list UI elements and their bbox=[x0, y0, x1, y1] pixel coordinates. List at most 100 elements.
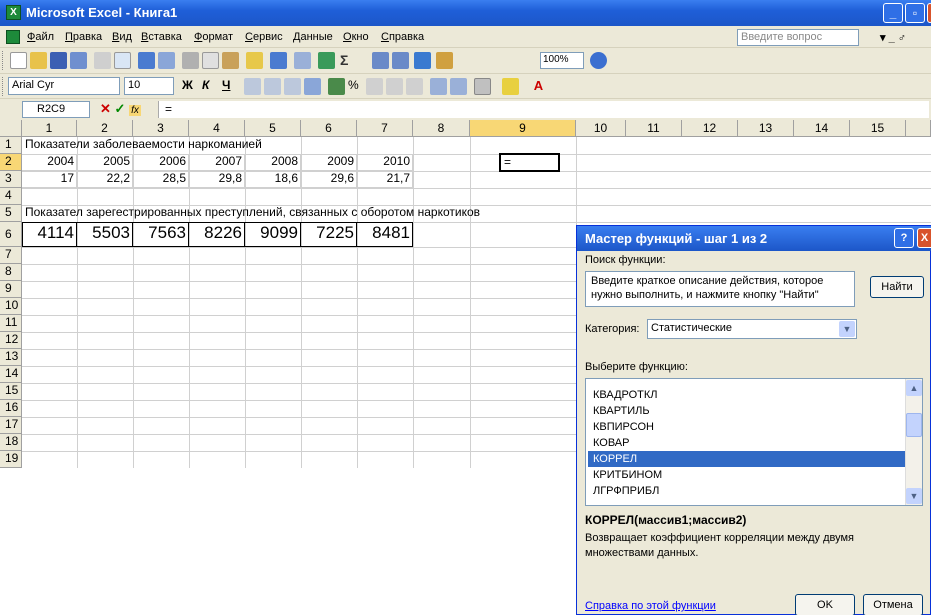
sort-desc-icon[interactable] bbox=[392, 52, 409, 69]
insert-function-icon[interactable]: fx bbox=[129, 105, 141, 116]
name-box[interactable]: R2C9 bbox=[22, 101, 90, 118]
font-size-select[interactable]: 10 bbox=[124, 77, 174, 95]
cell-rate[interactable]: 29,6 bbox=[301, 171, 357, 188]
autosum-icon[interactable]: Σ bbox=[340, 52, 357, 69]
row-header[interactable]: 16 bbox=[0, 400, 22, 417]
cell-crimes[interactable]: 7563 bbox=[132, 222, 189, 247]
cell-r1c1[interactable]: Показатели заболеваемости наркоманией bbox=[22, 137, 262, 154]
list-item[interactable]: КВПИРСОН bbox=[588, 419, 906, 435]
scroll-up-icon[interactable]: ▲ bbox=[906, 380, 922, 396]
drawing-icon[interactable] bbox=[436, 52, 453, 69]
column-header[interactable]: 3 bbox=[133, 120, 189, 137]
active-cell-r2c9[interactable]: = bbox=[499, 153, 560, 172]
cell-crimes[interactable]: 9099 bbox=[244, 222, 301, 247]
cell-rate[interactable]: 18,6 bbox=[245, 171, 301, 188]
cut-icon[interactable] bbox=[182, 52, 199, 69]
cell-crimes[interactable]: 7225 bbox=[300, 222, 357, 247]
row-header[interactable]: 17 bbox=[0, 417, 22, 434]
cell-crimes[interactable]: 5503 bbox=[76, 222, 133, 247]
cell-year[interactable]: 2009 bbox=[301, 154, 357, 171]
align-left-icon[interactable] bbox=[244, 78, 261, 95]
cell-rate[interactable]: 17 bbox=[22, 171, 77, 188]
dialog-close-button[interactable]: X bbox=[917, 228, 931, 248]
document-icon[interactable] bbox=[6, 30, 20, 44]
column-header-partial[interactable] bbox=[906, 120, 931, 137]
cell-crimes[interactable]: 8481 bbox=[356, 222, 413, 247]
question-input[interactable]: Введите вопрос bbox=[737, 29, 859, 46]
menu-file[interactable]: Файл bbox=[27, 31, 54, 43]
save-icon[interactable] bbox=[50, 52, 67, 69]
row-header[interactable]: 19 bbox=[0, 451, 22, 468]
cell-rate[interactable]: 22,2 bbox=[77, 171, 133, 188]
scroll-down-icon[interactable]: ▼ bbox=[906, 488, 922, 504]
spelling-icon[interactable] bbox=[138, 52, 155, 69]
cell-rate[interactable]: 21,7 bbox=[357, 171, 413, 188]
font-name-select[interactable]: Arial Cyr bbox=[8, 77, 120, 95]
row-header[interactable]: 9 bbox=[0, 281, 22, 298]
column-header[interactable]: 11 bbox=[626, 120, 682, 137]
dialog-help-button[interactable]: ? bbox=[894, 228, 914, 248]
column-header[interactable]: 12 bbox=[682, 120, 738, 137]
maximize-button[interactable]: ▫ bbox=[905, 3, 925, 23]
italic-button[interactable]: К bbox=[202, 78, 209, 92]
align-right-icon[interactable] bbox=[284, 78, 301, 95]
list-item[interactable]: КВАРТИЛЬ bbox=[588, 403, 906, 419]
column-header[interactable]: 2 bbox=[77, 120, 133, 137]
cell-crimes[interactable]: 4114 bbox=[22, 222, 77, 247]
zoom-select[interactable]: 100% bbox=[540, 52, 584, 69]
minimize-button[interactable]: _ bbox=[883, 3, 903, 23]
fill-color-icon[interactable] bbox=[502, 78, 519, 95]
cell-crimes[interactable]: 8226 bbox=[188, 222, 245, 247]
percent-icon[interactable]: % bbox=[348, 78, 365, 95]
row-header[interactable]: 13 bbox=[0, 349, 22, 366]
redo-icon[interactable] bbox=[294, 52, 311, 69]
column-header[interactable]: 4 bbox=[189, 120, 245, 137]
font-color-icon[interactable]: A bbox=[530, 78, 547, 95]
sort-asc-icon[interactable] bbox=[372, 52, 389, 69]
row-header[interactable]: 1 bbox=[0, 137, 22, 154]
cell-r5c1[interactable]: Показател зарегестрированных преступлени… bbox=[22, 205, 480, 222]
column-header[interactable]: 15 bbox=[850, 120, 906, 137]
row-header[interactable]: 3 bbox=[0, 171, 22, 188]
row-header[interactable]: 5 bbox=[0, 205, 22, 222]
enter-icon[interactable]: ✓ bbox=[115, 101, 126, 116]
chevron-down-icon[interactable]: ▼ bbox=[839, 321, 855, 337]
ok-button[interactable]: OK bbox=[795, 594, 855, 615]
bold-button[interactable]: Ж bbox=[182, 78, 193, 92]
row-header[interactable]: 10 bbox=[0, 298, 22, 315]
list-item-selected[interactable]: КОРРЕЛ bbox=[588, 451, 906, 467]
cell-year[interactable]: 2006 bbox=[133, 154, 189, 171]
cell-year[interactable]: 2007 bbox=[189, 154, 245, 171]
menu-help[interactable]: Справка bbox=[381, 31, 424, 43]
cancel-icon[interactable]: ✕ bbox=[100, 101, 111, 116]
format-painter-icon[interactable] bbox=[246, 52, 263, 69]
category-select[interactable]: Статистические ▼ bbox=[647, 319, 857, 339]
print-icon[interactable] bbox=[94, 52, 111, 69]
dialog-title[interactable]: Мастер функций - шаг 1 из 2 bbox=[577, 226, 931, 251]
row-header[interactable]: 4 bbox=[0, 188, 22, 205]
row-header[interactable]: 6 bbox=[0, 222, 22, 247]
increase-indent-icon[interactable] bbox=[450, 78, 467, 95]
decrease-indent-icon[interactable] bbox=[430, 78, 447, 95]
list-item[interactable]: КВАДРОТКЛ bbox=[588, 387, 906, 403]
cell-year[interactable]: 2008 bbox=[245, 154, 301, 171]
mdi-controls[interactable]: ▾ _ ♂ bbox=[880, 31, 906, 44]
list-item[interactable]: КОВАР bbox=[588, 435, 906, 451]
align-center-icon[interactable] bbox=[264, 78, 281, 95]
row-header[interactable]: 7 bbox=[0, 247, 22, 264]
undo-icon[interactable] bbox=[270, 52, 287, 69]
row-header[interactable]: 14 bbox=[0, 366, 22, 383]
hyperlink-icon[interactable] bbox=[318, 52, 335, 69]
permission-icon[interactable] bbox=[70, 52, 87, 69]
column-header[interactable]: 1 bbox=[22, 120, 77, 137]
toolbar-handle[interactable] bbox=[2, 51, 5, 70]
excel-icon[interactable]: X bbox=[6, 5, 21, 20]
row-header[interactable]: 8 bbox=[0, 264, 22, 281]
menu-edit[interactable]: Правка bbox=[65, 31, 102, 43]
menu-window[interactable]: Окно bbox=[343, 31, 369, 43]
copy-icon[interactable] bbox=[202, 52, 219, 69]
row-header[interactable]: 18 bbox=[0, 434, 22, 451]
currency-icon[interactable] bbox=[328, 78, 345, 95]
function-search-input[interactable]: Введите краткое описание действия, котор… bbox=[585, 271, 855, 307]
row-header-selected[interactable]: 2 bbox=[0, 154, 22, 171]
